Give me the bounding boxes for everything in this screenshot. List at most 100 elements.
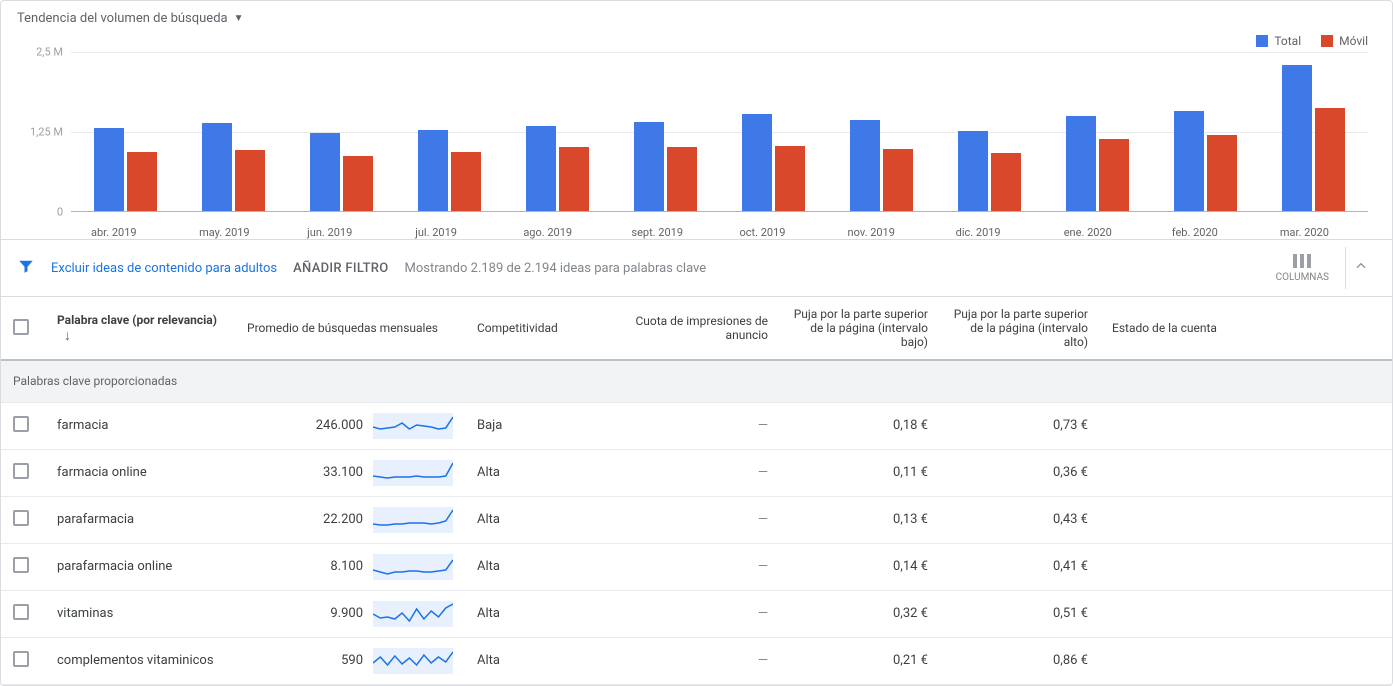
cell-high-bid: 0,73 € bbox=[940, 402, 1100, 449]
row-checkbox[interactable] bbox=[13, 651, 29, 667]
bar-mobile bbox=[667, 147, 697, 211]
table-row[interactable]: farmacia246.000Baja—0,18 €0,73 € bbox=[1, 402, 1392, 449]
bar-group[interactable] bbox=[503, 52, 611, 211]
cell-competition: Alta bbox=[465, 590, 620, 637]
section-row: Palabras clave proporcionadas bbox=[1, 360, 1392, 402]
bar-mobile bbox=[235, 150, 265, 211]
filter-icon[interactable] bbox=[17, 257, 35, 279]
bar-group[interactable] bbox=[179, 52, 287, 211]
bar-group[interactable] bbox=[1260, 52, 1368, 211]
bar-total bbox=[742, 114, 772, 211]
cell-impression-share: — bbox=[620, 637, 780, 684]
table-row[interactable]: parafarmacia online8.100Alta—0,14 €0,41 … bbox=[1, 543, 1392, 590]
cell-avg: 8.100 bbox=[235, 543, 465, 590]
header-keyword[interactable]: Palabra clave (por relevancia) ↓ bbox=[45, 297, 235, 360]
header-low-bid[interactable]: Puja por la parte superior de la página … bbox=[780, 297, 940, 360]
cell-account-status bbox=[1100, 449, 1392, 496]
bar-total bbox=[310, 133, 340, 211]
bar-group[interactable] bbox=[71, 52, 179, 211]
cell-competition: Alta bbox=[465, 496, 620, 543]
sparkline bbox=[373, 554, 453, 580]
exclude-adult-link[interactable]: Excluir ideas de contenido para adultos bbox=[51, 261, 277, 276]
bar-group[interactable] bbox=[936, 52, 1044, 211]
filter-bar: Excluir ideas de contenido para adultos … bbox=[1, 239, 1392, 297]
bar-group[interactable] bbox=[719, 52, 827, 211]
cell-competition: Alta bbox=[465, 449, 620, 496]
cell-avg: 246.000 bbox=[235, 402, 465, 449]
showing-count: Mostrando 2.189 de 2.194 ideas para pala… bbox=[405, 261, 707, 276]
row-checkbox[interactable] bbox=[13, 463, 29, 479]
bar-group[interactable] bbox=[1044, 52, 1152, 211]
row-checkbox[interactable] bbox=[13, 416, 29, 432]
legend-total[interactable]: Total bbox=[1256, 34, 1301, 48]
cell-high-bid: 0,36 € bbox=[940, 449, 1100, 496]
table-row[interactable]: vitaminas9.900Alta—0,32 €0,51 € bbox=[1, 590, 1392, 637]
bar-mobile bbox=[1315, 108, 1345, 211]
cell-impression-share: — bbox=[620, 402, 780, 449]
header-competition[interactable]: Competitividad bbox=[465, 297, 620, 360]
cell-avg: 9.900 bbox=[235, 590, 465, 637]
chart-bars-area[interactable] bbox=[71, 52, 1368, 212]
cell-competition: Alta bbox=[465, 543, 620, 590]
header-avg[interactable]: Promedio de búsquedas mensuales bbox=[235, 297, 465, 360]
cell-low-bid: 0,18 € bbox=[780, 402, 940, 449]
cell-competition: Baja bbox=[465, 402, 620, 449]
columns-icon bbox=[1276, 253, 1329, 272]
cell-avg: 33.100 bbox=[235, 449, 465, 496]
sparkline bbox=[373, 460, 453, 486]
bar-total bbox=[850, 120, 880, 211]
add-filter-button[interactable]: AÑADIR FILTRO bbox=[293, 261, 388, 276]
bar-total bbox=[94, 128, 124, 211]
row-checkbox[interactable] bbox=[13, 557, 29, 573]
header-account-status[interactable]: Estado de la cuenta bbox=[1100, 297, 1392, 360]
bar-total bbox=[1282, 65, 1312, 211]
cell-account-status bbox=[1100, 496, 1392, 543]
xtick: mar. 2020 bbox=[1260, 220, 1368, 239]
xtick: oct. 2019 bbox=[719, 220, 827, 239]
bar-total bbox=[1174, 111, 1204, 211]
bar-total bbox=[1066, 116, 1096, 211]
cell-low-bid: 0,11 € bbox=[780, 449, 940, 496]
cell-keyword: vitaminas bbox=[45, 590, 235, 637]
xtick: nov. 2019 bbox=[828, 220, 936, 239]
square-icon bbox=[1256, 35, 1268, 47]
cell-competition: Alta bbox=[465, 637, 620, 684]
sparkline bbox=[373, 507, 453, 533]
xtick: may. 2019 bbox=[179, 220, 287, 239]
legend-total-label: Total bbox=[1274, 34, 1301, 48]
table-row[interactable]: complementos vitaminicos590Alta—0,21 €0,… bbox=[1, 637, 1392, 684]
columns-button[interactable]: COLUMNAS bbox=[1260, 247, 1346, 289]
bar-total bbox=[634, 122, 664, 211]
keywords-table: Palabra clave (por relevancia) ↓ Promedi… bbox=[1, 297, 1392, 685]
legend-mobile-label: Móvil bbox=[1339, 34, 1368, 48]
cell-high-bid: 0,41 € bbox=[940, 543, 1100, 590]
bar-total bbox=[202, 123, 232, 211]
bar-group[interactable] bbox=[395, 52, 503, 211]
xtick: jun. 2019 bbox=[287, 220, 395, 239]
cell-high-bid: 0,51 € bbox=[940, 590, 1100, 637]
table-row[interactable]: parafarmacia22.200Alta—0,13 €0,43 € bbox=[1, 496, 1392, 543]
cell-avg: 590 bbox=[235, 637, 465, 684]
bar-total bbox=[526, 126, 556, 211]
header-high-bid[interactable]: Puja por la parte superior de la página … bbox=[940, 297, 1100, 360]
chart-plot: 2,5 M 1,25 M 0 bbox=[1, 48, 1392, 220]
bar-group[interactable] bbox=[611, 52, 719, 211]
bar-total bbox=[958, 131, 988, 211]
collapse-button[interactable] bbox=[1346, 259, 1376, 277]
xtick: jul. 2019 bbox=[395, 220, 503, 239]
sparkline bbox=[373, 601, 453, 627]
bar-group[interactable] bbox=[1152, 52, 1260, 211]
chart-title-dropdown[interactable]: Tendencia del volumen de búsqueda ▼ bbox=[1, 1, 1392, 30]
cell-avg-value: 9.900 bbox=[330, 606, 363, 621]
legend-mobile[interactable]: Móvil bbox=[1321, 34, 1368, 48]
table-row[interactable]: farmacia online33.100Alta—0,11 €0,36 € bbox=[1, 449, 1392, 496]
bar-group[interactable] bbox=[287, 52, 395, 211]
header-impression-share[interactable]: Cuota de impresiones de anuncio bbox=[620, 297, 780, 360]
square-icon bbox=[1321, 35, 1333, 47]
bar-group[interactable] bbox=[828, 52, 936, 211]
ytick: 1,25 M bbox=[30, 126, 63, 139]
select-all-checkbox[interactable] bbox=[13, 319, 29, 335]
row-checkbox[interactable] bbox=[13, 510, 29, 526]
xtick: feb. 2020 bbox=[1152, 220, 1260, 239]
row-checkbox[interactable] bbox=[13, 604, 29, 620]
